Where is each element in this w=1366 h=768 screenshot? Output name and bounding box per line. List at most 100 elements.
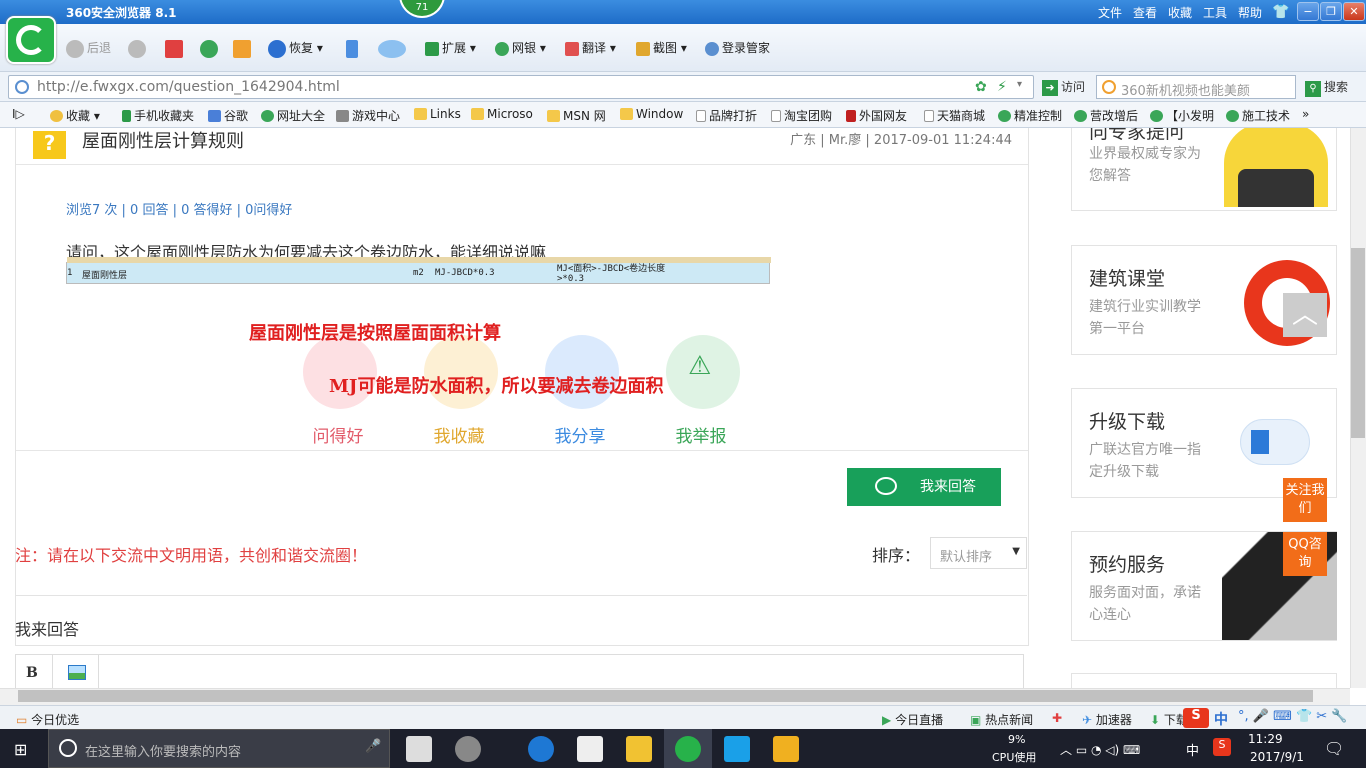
app-blue-icon[interactable] [724, 736, 750, 762]
sidebar-card-expert[interactable]: 向专家提问 业界最权威专家为您解答 [1071, 128, 1337, 211]
bookmarks-more-icon[interactable]: » [1302, 107, 1309, 121]
sort-label: 排序： [872, 546, 921, 565]
notes-icon[interactable] [773, 736, 799, 762]
follow-us-button[interactable]: 关注我们 [1283, 478, 1327, 522]
qq-consult-button[interactable]: QQ咨询 [1283, 532, 1327, 576]
bookmark-foreign[interactable]: 外国网友 [846, 107, 907, 124]
status-plugin-icon[interactable]: ✚ [1052, 711, 1062, 725]
bookmark-mobile[interactable]: 手机收藏夹 [122, 107, 194, 124]
bookmark-brand[interactable]: 品牌打折 [696, 107, 757, 124]
ime-tools-icon[interactable]: °, 🎤 ⌨ 👕 ✂ 🔧 [1238, 709, 1348, 724]
notification-center-icon[interactable]: 🗨 [1324, 739, 1344, 758]
horizontal-scroll-thumb[interactable] [18, 690, 1313, 702]
bookmark-tmall[interactable]: 天猫商城 [924, 107, 985, 124]
report-label[interactable]: 我举报 [651, 422, 751, 447]
bookmark-microsoft[interactable]: Microso [471, 107, 533, 121]
back-to-top-button[interactable]: ︿ [1283, 293, 1327, 337]
bookmark-favorites[interactable]: 收藏 ▾ [50, 107, 100, 124]
question-meta: 广东 | Mr.廖 | 2017-09-01 11:24:44 [790, 133, 1012, 148]
edge-icon[interactable] [528, 736, 554, 762]
menu-favorites[interactable]: 收藏 [1168, 4, 1192, 21]
bookmark-taobao[interactable]: 淘宝团购 [771, 107, 832, 124]
today-picks[interactable]: ▭ 今日优选 [16, 711, 79, 728]
like-label[interactable]: 问得好 [288, 422, 388, 447]
stop-button[interactable] [165, 38, 186, 58]
bookmark-google[interactable]: 谷歌 [208, 107, 248, 124]
tray-ime[interactable]: 中 [1186, 740, 1199, 759]
undo-icon [268, 39, 286, 58]
screenshot-button[interactable]: 截图 ▾ [636, 38, 687, 58]
url-input[interactable]: http://e.fwxgx.com/question_1642904.html… [8, 75, 1034, 99]
menu-file[interactable]: 文件 [1098, 4, 1122, 21]
store-icon[interactable] [577, 736, 603, 762]
share-label[interactable]: 我分享 [530, 422, 630, 447]
bookmark-windows[interactable]: Window [620, 107, 683, 121]
windows-start-icon[interactable]: ⊞ [14, 740, 27, 759]
sogou-ime-icon[interactable]: S [1183, 708, 1209, 728]
microphone-icon[interactable]: 🎤 [365, 739, 381, 754]
divider [16, 164, 1028, 165]
refresh-button[interactable] [200, 38, 221, 58]
bookmark-games[interactable]: 游戏中心 [336, 107, 400, 124]
globe-icon [15, 80, 29, 94]
favorite-label[interactable]: 我收藏 [409, 422, 509, 447]
restore-button[interactable]: ❐ [1320, 2, 1342, 21]
translate-button[interactable]: 翻译 ▾ [565, 38, 616, 58]
hot-news[interactable]: ▣ 热点新闻 [970, 711, 1033, 728]
restore-tab-button[interactable]: 恢复 ▾ [268, 38, 323, 58]
menu-view[interactable]: 查看 [1133, 4, 1157, 21]
file-explorer-icon[interactable] [626, 736, 652, 762]
bold-button[interactable]: B [26, 665, 38, 681]
menu-tools[interactable]: 工具 [1203, 4, 1227, 21]
back-button[interactable]: 后退 [66, 38, 111, 58]
warning-icon[interactable]: ⚠ [666, 335, 740, 409]
bookmark-construction[interactable]: 施工技术 [1226, 107, 1290, 124]
tray-icons[interactable]: ︿ ▭ ◔ ◁) ⌨ [1060, 741, 1140, 758]
home-button[interactable] [233, 38, 254, 58]
close-button[interactable]: ✕ [1343, 2, 1365, 21]
menu-help[interactable]: 帮助 [1238, 4, 1262, 21]
skin-icon[interactable]: 👕 [1272, 4, 1289, 20]
speedup-icon[interactable]: ✿ [975, 79, 987, 95]
app-icon[interactable] [455, 736, 481, 762]
login-manager-button[interactable]: 登录管家 [705, 38, 770, 58]
answer-editor-toolbar: B [15, 654, 1024, 688]
search-button[interactable]: ⚲ 搜索 [1305, 78, 1348, 97]
vertical-scroll-thumb[interactable] [1351, 248, 1365, 438]
extend-button[interactable]: 扩展 ▾ [425, 38, 476, 58]
taskbar-search-input[interactable]: 在这里输入你要搜索的内容 🎤 [48, 729, 390, 768]
bookmark-sites[interactable]: 网址大全 [261, 107, 325, 124]
bank-button[interactable]: 网银 ▾ [495, 38, 546, 58]
visit-button[interactable]: ➜ 访问 [1042, 78, 1085, 96]
bookmark-tax[interactable]: 营改增后 [1074, 107, 1138, 124]
bookmark-links[interactable]: Links [414, 107, 461, 121]
taskbar-browser-active[interactable] [664, 729, 712, 768]
bookmark-invention[interactable]: 【小发明 [1150, 107, 1214, 124]
ime-mode[interactable]: 中 [1214, 709, 1228, 729]
taskview-icon[interactable] [406, 736, 432, 762]
tray-sogou-icon[interactable]: S [1213, 738, 1231, 756]
lightning-icon[interactable]: ⚡ [997, 79, 1007, 95]
browser-logo[interactable] [6, 16, 56, 64]
clock-date[interactable]: 2017/9/1 [1250, 750, 1304, 764]
bookmark-msn[interactable]: MSN 网 [547, 107, 606, 124]
minimize-button[interactable]: − [1297, 2, 1319, 21]
dropdown-icon[interactable]: ▾ [1017, 79, 1022, 90]
cortana-icon [59, 739, 77, 757]
grid-icon [425, 41, 439, 56]
bookmarks-toggle[interactable]: I▷ [12, 107, 25, 121]
accelerator[interactable]: ✈ 加速器 [1082, 711, 1132, 728]
cloud-button[interactable] [378, 38, 409, 58]
today-live[interactable]: ▶ 今日直播 [882, 711, 943, 728]
insert-image-icon[interactable] [68, 665, 86, 680]
bookmark-precise[interactable]: 精准控制 [998, 107, 1062, 124]
clock-time[interactable]: 11:29 [1248, 732, 1283, 746]
address-bar: http://e.fwxgx.com/question_1642904.html… [0, 72, 1366, 102]
sort-select[interactable]: 默认排序 ▼ [930, 537, 1027, 569]
answer-button[interactable]: 我来回答 [847, 468, 1001, 506]
mobile-button[interactable] [346, 38, 361, 58]
forward-button[interactable] [128, 38, 149, 58]
rocket-icon: ✈ [1082, 713, 1093, 727]
search-input[interactable]: 360新机视频也能美颜 [1096, 75, 1296, 99]
logo-e-icon [16, 25, 46, 55]
